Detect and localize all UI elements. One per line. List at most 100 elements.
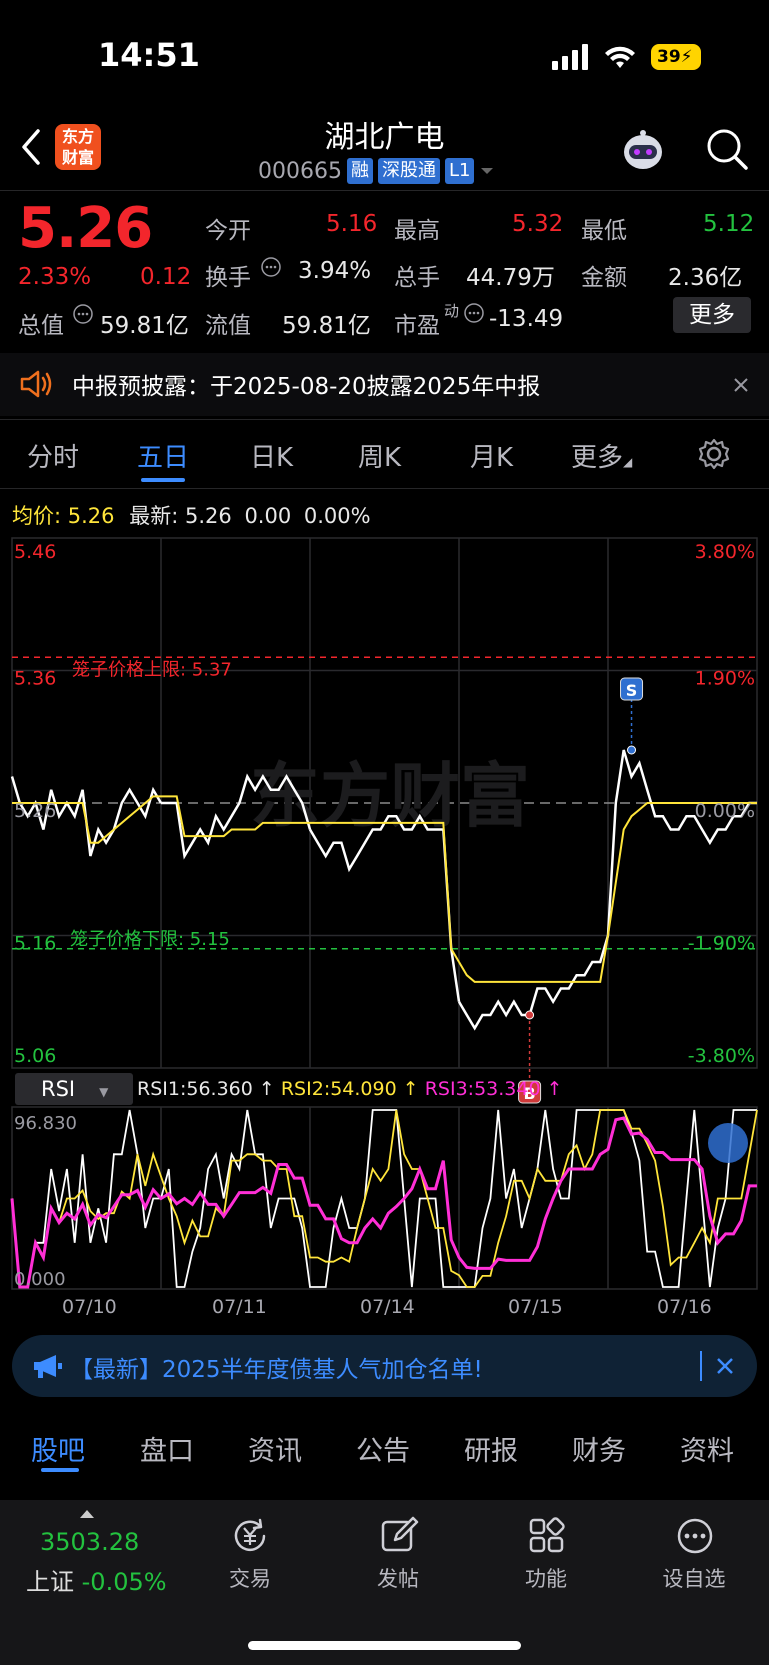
amount-label: 金额 — [581, 265, 627, 291]
high-label: 最高 — [394, 218, 440, 244]
open-value: 5.16 — [326, 211, 378, 237]
tag-margin: 融 — [346, 158, 373, 184]
tab-five-day[interactable]: 五日 — [137, 437, 189, 474]
amount-value: 2.36亿 — [668, 265, 743, 291]
megaphone-icon — [34, 1355, 62, 1378]
wifi-icon — [605, 46, 635, 68]
info-icon[interactable] — [72, 303, 94, 325]
stock-code: 000665 — [258, 158, 342, 184]
chart-info-row: 均价: 5.26 最新: 5.26 0.00 0.00% — [12, 504, 371, 528]
pe-superscript: 动 — [444, 302, 460, 320]
marker-point — [627, 745, 637, 755]
search-icon[interactable] — [704, 126, 750, 172]
info-icon[interactable] — [260, 256, 282, 278]
status-time: 14:51 — [98, 36, 200, 74]
date-label: 07/14 — [360, 1296, 415, 1318]
y-tick-right: -3.80% — [688, 1045, 755, 1067]
date-label: 07/16 — [657, 1296, 712, 1318]
robot-assistant-icon[interactable] — [618, 126, 668, 176]
index-value[interactable]: 3503.28 — [40, 1528, 139, 1556]
price-line — [308, 813, 461, 1002]
dropdown-icon — [481, 168, 494, 174]
caret-up-icon — [80, 1510, 94, 1518]
tab-underline — [141, 478, 185, 482]
tab-weekly-k[interactable]: 周K — [358, 437, 401, 474]
tab-news[interactable]: 资讯 — [248, 1429, 302, 1468]
rsi-frame — [11, 1106, 758, 1290]
low-label: 最低 — [581, 218, 627, 244]
last-price: 5.26 — [18, 196, 153, 261]
turnover-label: 换手 — [205, 265, 251, 291]
volume-label: 总手 — [394, 265, 440, 291]
y-tick-right: 0.00% — [695, 800, 755, 822]
low-value: 5.12 — [703, 211, 755, 237]
more-button[interactable]: 更多 — [673, 297, 751, 333]
tab-research[interactable]: 研报 — [464, 1429, 518, 1468]
notice-text: 中报预披露：于2025-08-20披露2025年中报 — [72, 374, 541, 400]
y-tick-left: 5.16 — [14, 933, 56, 955]
tab-announcements[interactable]: 公告 — [356, 1429, 410, 1468]
float-cap-value: 59.81亿 — [282, 313, 371, 339]
y-tick-left: 5.06 — [14, 1045, 56, 1067]
index-change[interactable]: 上证 -0.05% — [26, 1562, 167, 1597]
trade-yen-icon[interactable] — [230, 1516, 270, 1556]
upper-limit-label: 笼子价格上限: 5.37 — [72, 659, 232, 680]
tab-forum[interactable]: 股吧 — [31, 1429, 85, 1468]
rsi-expand-icon — [708, 1123, 748, 1163]
tag-connect: 深股通 — [377, 158, 440, 184]
indicator-select[interactable]: RSI ▼ — [15, 1073, 133, 1105]
nav-trade[interactable]: 交易 — [195, 1563, 305, 1593]
y-tick-left: 5.26 — [14, 800, 56, 822]
y-tick-right: 3.80% — [695, 541, 755, 563]
rsi-values: RSI1:56.360 ↑ RSI2:54.090 ↑ RSI3:53.340 … — [137, 1078, 563, 1100]
change-amount: 0.12 — [140, 264, 192, 290]
open-label: 今开 — [205, 218, 251, 244]
date-label: 07/11 — [212, 1296, 267, 1318]
y-tick-right: -1.90% — [688, 933, 755, 955]
settings-gear-icon[interactable] — [697, 437, 731, 471]
nav-post[interactable]: 发帖 — [343, 1563, 453, 1593]
close-icon[interactable] — [732, 376, 750, 394]
nav-watchlist[interactable]: 设自选 — [639, 1563, 749, 1593]
tab-more[interactable]: 更多◢ — [571, 437, 632, 474]
date-label: 07/15 — [508, 1296, 563, 1318]
marker-point — [525, 1010, 535, 1020]
total-cap-label: 总值 — [18, 313, 64, 339]
nav-functions[interactable]: 功能 — [491, 1563, 601, 1593]
y-tick-left: 5.46 — [14, 541, 56, 563]
banner-text: 【最新】2025半年度债基人气加仓名单! — [70, 1357, 483, 1383]
tag-level: L1 — [444, 158, 475, 184]
pe-label: 市盈 — [394, 313, 440, 339]
more-dots-icon[interactable] — [675, 1516, 715, 1556]
tab-monthly-k[interactable]: 月K — [470, 437, 513, 474]
five-day-chart[interactable]: 东方财富笼子价格上限: 5.37笼子价格下限: 5.15SB5.46 3.80%5… — [0, 535, 769, 1295]
speaker-icon — [20, 370, 52, 398]
marker-label: S — [626, 681, 638, 700]
tab-profile[interactable]: 资料 — [680, 1429, 734, 1468]
float-cap-label: 流值 — [205, 313, 251, 339]
high-value: 5.32 — [512, 211, 564, 237]
total-cap-value: 59.81亿 — [100, 313, 189, 339]
tab-underline — [41, 1468, 79, 1472]
stock-code-row[interactable]: 000665 融 深股通 L1 — [258, 158, 495, 184]
tab-order-book[interactable]: 盘口 — [140, 1429, 194, 1468]
home-indicator — [248, 1641, 521, 1650]
functions-grid-icon[interactable] — [527, 1516, 567, 1556]
rsi-max-label: 96.830 — [14, 1113, 77, 1134]
tab-daily-k[interactable]: 日K — [250, 437, 293, 474]
volume-value: 44.79万 — [466, 265, 555, 291]
battery-icon: 39⚡ — [651, 44, 701, 70]
tab-intraday[interactable]: 分时 — [27, 437, 79, 474]
close-icon[interactable] — [716, 1357, 734, 1375]
turnover-value: 3.94% — [298, 258, 372, 284]
info-icon[interactable] — [463, 302, 485, 324]
compose-post-icon[interactable] — [379, 1516, 419, 1556]
y-tick-right: 1.90% — [695, 668, 755, 690]
change-percent: 2.33% — [18, 264, 92, 290]
price-line — [606, 749, 757, 936]
rsi-min-label: 0.000 — [14, 1269, 66, 1290]
signal-icon — [552, 44, 588, 70]
tab-financials[interactable]: 财务 — [572, 1429, 626, 1468]
banner-divider — [700, 1351, 702, 1381]
watermark: 东方财富 — [250, 755, 530, 837]
